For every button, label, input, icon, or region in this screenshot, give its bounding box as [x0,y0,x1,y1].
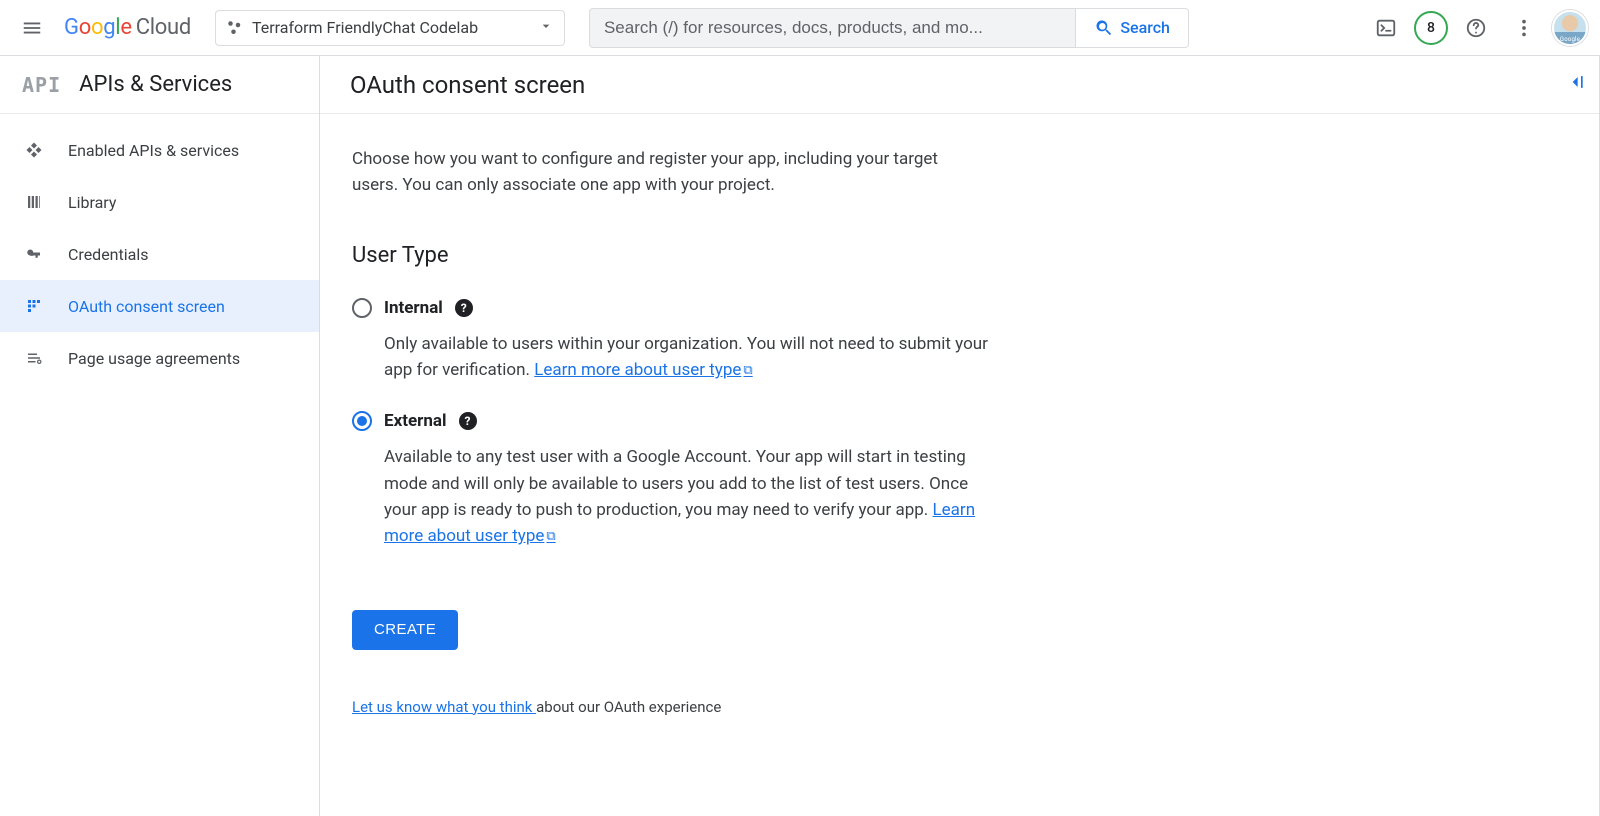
internal-description: Only available to users within your orga… [384,331,988,384]
app-header: Google Cloud Terraform FriendlyChat Code… [0,0,1600,56]
create-button[interactable]: CREATE [352,610,458,650]
help-icon [1465,17,1487,39]
search-button[interactable]: Search [1075,9,1188,47]
feedback-link[interactable]: Let us know what you think [352,698,536,716]
internal-learn-more-link[interactable]: Learn more about user type⧉ [534,360,752,380]
section-header: API APIs & Services [0,56,319,114]
sidebar-item-label: Page usage agreements [68,349,240,368]
sidebar-item-label: Credentials [68,245,149,264]
radio-internal[interactable]: Internal ? [352,295,988,321]
chevron-down-icon [538,18,554,38]
radio-label: External [384,408,447,434]
external-desc-text: Available to any test user with a Google… [384,447,968,520]
agreement-icon [24,349,44,367]
more-button[interactable] [1504,8,1544,48]
trial-count: 8 [1427,20,1435,36]
user-type-heading: User Type [352,239,988,273]
library-icon [24,193,44,211]
intro-text: Choose how you want to configure and reg… [352,146,988,199]
avatar-org-label: Google [1554,36,1586,43]
google-cloud-logo[interactable]: Google Cloud [64,15,191,40]
sidebar: API APIs & Services Enabled APIs & servi… [0,56,320,816]
sidebar-nav: Enabled APIs & services Library Credenti… [0,114,319,384]
help-icon[interactable]: ? [455,299,473,317]
cloud-shell-button[interactable] [1366,8,1406,48]
sidebar-item-library[interactable]: Library [0,176,319,228]
external-description: Available to any test user with a Google… [384,444,988,549]
feedback-rest: about our OAuth experience [536,698,721,716]
radio-external[interactable]: External ? [352,408,988,434]
search-bar: Search [589,8,1189,48]
search-button-label: Search [1120,18,1170,37]
content: Choose how you want to configure and reg… [320,114,1020,751]
sidebar-item-oauth-consent[interactable]: OAuth consent screen [0,280,319,332]
api-logo-icon: API [22,73,61,97]
key-icon [24,245,44,263]
diamond-icon [24,141,44,159]
project-icon [226,19,244,37]
sidebar-item-enabled-apis[interactable]: Enabled APIs & services [0,124,319,176]
help-icon[interactable]: ? [459,412,477,430]
page-title: OAuth consent screen [350,71,585,99]
help-button[interactable] [1456,8,1496,48]
sidebar-item-page-usage[interactable]: Page usage agreements [0,332,319,384]
sidebar-item-label: Enabled APIs & services [68,141,239,160]
sidebar-item-label: OAuth consent screen [68,297,225,316]
search-icon [1094,18,1114,38]
radio-icon [352,411,372,431]
external-link-icon: ⧉ [743,363,752,378]
sidebar-item-credentials[interactable]: Credentials [0,228,319,280]
nav-menu-button[interactable] [12,8,52,48]
search-input[interactable] [590,9,1075,47]
radio-icon [352,298,372,318]
external-link-icon: ⧉ [546,529,555,544]
more-vert-icon [1513,17,1535,39]
feedback-line: Let us know what you think about our OAu… [352,696,988,719]
page-header: OAuth consent screen [320,56,1600,114]
hide-info-panel-button[interactable] [1566,72,1586,96]
main-panel: OAuth consent screen Choose how you want… [320,56,1600,816]
section-title: APIs & Services [79,72,232,97]
project-name: Terraform FriendlyChat Codelab [252,18,478,37]
project-picker[interactable]: Terraform FriendlyChat Codelab [215,10,565,46]
chevron-collapse-icon [1566,72,1586,92]
sidebar-item-label: Library [68,193,116,212]
account-avatar[interactable]: Google [1552,10,1588,46]
consent-icon [24,297,44,315]
hamburger-icon [21,17,43,39]
free-trial-badge[interactable]: 8 [1414,11,1448,45]
product-name: Cloud [136,15,191,40]
terminal-icon [1375,17,1397,39]
radio-label: Internal [384,295,443,321]
